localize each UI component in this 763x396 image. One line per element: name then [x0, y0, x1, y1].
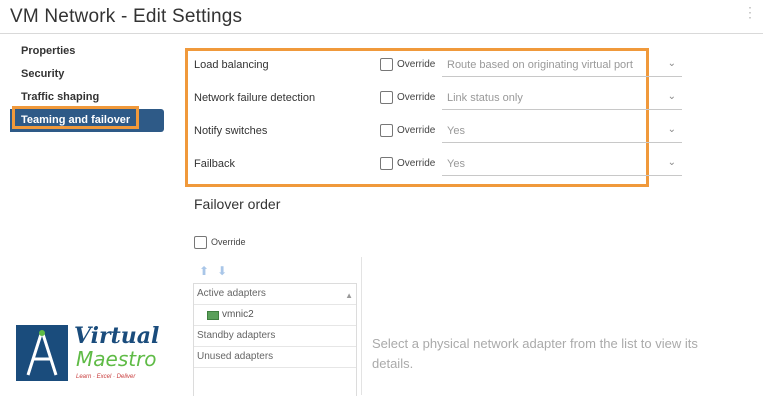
setting-label: Load balancing [194, 59, 269, 71]
failover-order-heading: Failover order [194, 196, 281, 212]
override-checkbox[interactable] [380, 157, 393, 170]
load-balancing-select[interactable]: Route based on originating virtual port … [442, 55, 682, 77]
chevron-down-icon: ⌄ [667, 124, 676, 135]
dialog-title: VM Network - Edit Settings [10, 6, 243, 27]
setting-label: Network failure detection [194, 92, 316, 104]
chevron-down-icon: ⌄ [667, 91, 676, 102]
override-label: Override [397, 158, 436, 169]
adapter-detail-hint: Select a physical network adapter from t… [372, 336, 698, 371]
logo-word-maestro: Maestro [76, 347, 157, 371]
select-value: Link status only [447, 92, 523, 104]
network-failure-detection-select[interactable]: Link status only ⌄ [442, 88, 682, 110]
active-adapters-group: Active adapters ▲ [194, 284, 356, 305]
scroll-up-icon[interactable]: ▲ [345, 286, 353, 306]
notify-switches-select[interactable]: Yes ⌄ [442, 121, 682, 143]
setting-label: Failback [194, 158, 235, 170]
failover-override-label: Override [211, 237, 246, 247]
move-down-icon[interactable]: ⬇ [217, 264, 227, 278]
setting-row-failback: Failback Override Yes ⌄ [194, 154, 689, 176]
chevron-down-icon: ⌄ [667, 157, 676, 168]
logo-mark-icon [16, 325, 68, 381]
sidebar-highlight-box [12, 106, 139, 129]
override-label: Override [397, 92, 436, 103]
adapter-name: vmnic2 [222, 309, 254, 320]
failback-select[interactable]: Yes ⌄ [442, 154, 682, 176]
override-label: Override [397, 125, 436, 136]
move-up-icon[interactable]: ⬆ [199, 264, 209, 278]
override-checkbox[interactable] [380, 124, 393, 137]
select-value: Yes [447, 125, 465, 137]
adapter-list: Active adapters ▲ vmnic2 Standby adapter… [193, 283, 357, 396]
override-checkbox[interactable] [380, 91, 393, 104]
title-divider [0, 33, 763, 34]
group-label: Active adapters [197, 288, 266, 299]
setting-row-load-balancing: Load balancing Override Route based on o… [194, 55, 689, 77]
standby-adapters-group: Standby adapters [194, 326, 356, 347]
virtual-maestro-logo: Virtual Maestro Learn · Excel · Deliver [16, 323, 162, 383]
adapter-item-vmnic2[interactable]: vmnic2 [194, 305, 356, 326]
setting-row-notify-switches: Notify switches Override Yes ⌄ [194, 121, 689, 143]
sidebar-item-security[interactable]: Security [10, 63, 170, 86]
list-divider [361, 257, 362, 395]
logo-word-virtual: Virtual [74, 323, 160, 349]
sidebar-item-properties[interactable]: Properties [10, 40, 170, 63]
override-label: Override [397, 59, 436, 70]
override-checkbox[interactable] [380, 58, 393, 71]
setting-row-network-failure-detection: Network failure detection Override Link … [194, 88, 689, 110]
setting-label: Notify switches [194, 125, 268, 137]
logo-tagline: Learn · Excel · Deliver [76, 374, 136, 380]
close-icon[interactable]: ⋮ [743, 4, 757, 21]
select-value: Yes [447, 158, 465, 170]
chevron-down-icon: ⌄ [667, 58, 676, 69]
unused-adapters-group: Unused adapters [194, 347, 356, 368]
network-adapter-icon [207, 311, 219, 320]
failover-override-checkbox[interactable] [194, 236, 207, 249]
select-value: Route based on originating virtual port [447, 59, 633, 71]
reorder-controls: ⬆ ⬇ [199, 264, 235, 278]
